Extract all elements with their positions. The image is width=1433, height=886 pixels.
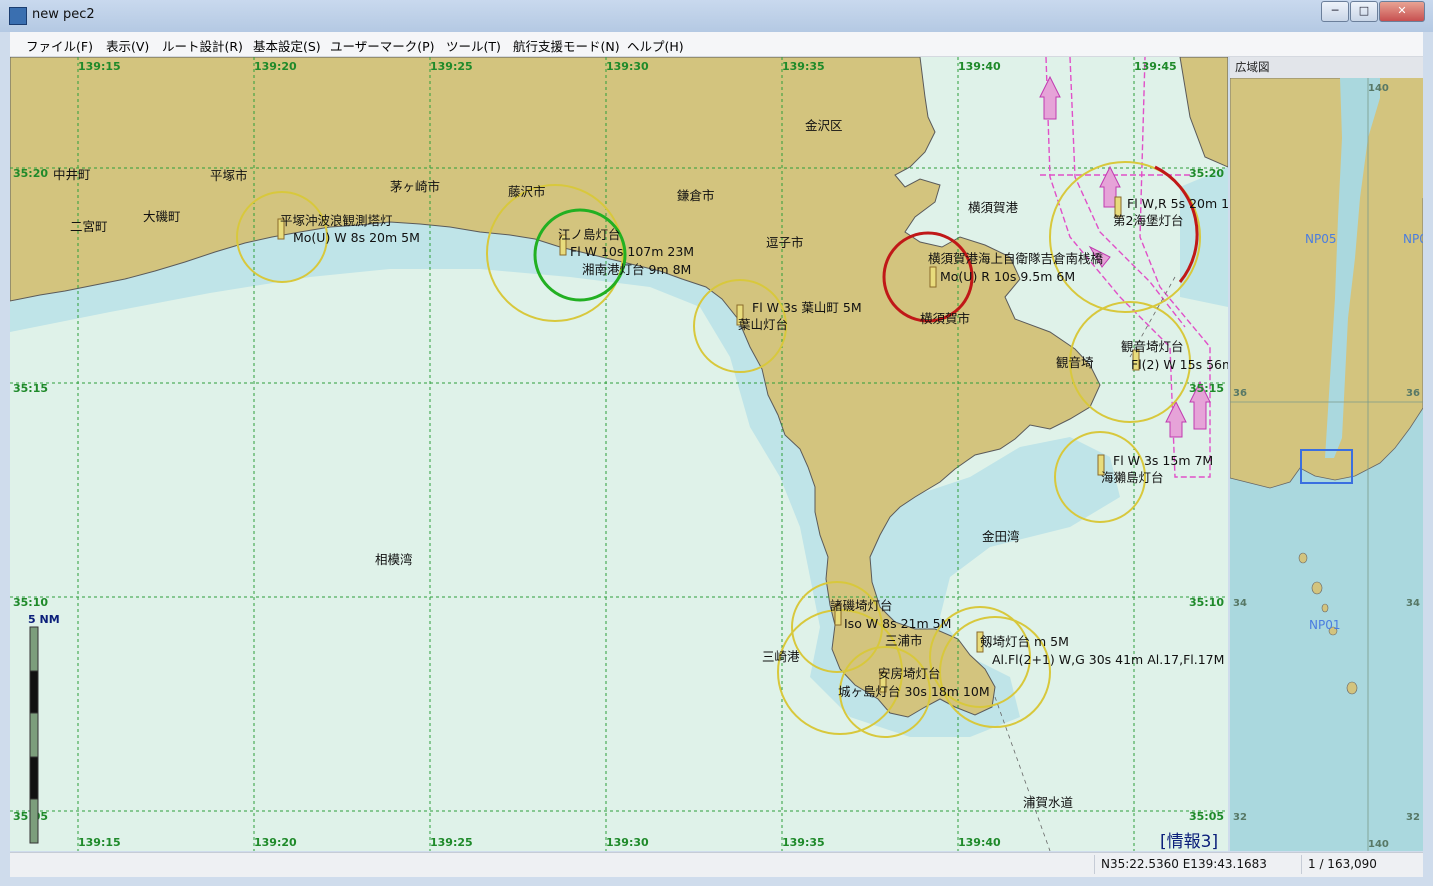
- place-name: 相模湾: [375, 552, 413, 567]
- light-name: 横須賀港海上自衛隊吉倉南桟橋: [928, 251, 1104, 266]
- light-name: 観音埼灯台: [1121, 339, 1184, 354]
- place-name: 金沢区: [805, 118, 843, 133]
- light-name: 剱埼灯台 m 5M: [980, 634, 1069, 649]
- light-name: 諸磯埼灯台: [830, 598, 893, 613]
- light-characteristic: Fl W 3s 葉山町 5M: [752, 300, 862, 315]
- lat-label: 35:15: [13, 382, 48, 395]
- place-name: 三浦市: [885, 633, 923, 648]
- lat-label: 35:15: [1189, 382, 1224, 395]
- light-characteristic: Fl(2) W 15s 56m: [1131, 357, 1228, 372]
- info-label[interactable]: [情報3]: [1160, 832, 1218, 851]
- minimize-button[interactable]: ─: [1321, 1, 1349, 22]
- ov-lat-label: 32: [1406, 812, 1420, 823]
- place-name: 三崎港: [762, 649, 800, 664]
- place-name: 横須賀港: [968, 200, 1019, 215]
- shallow-water-bay: [1180, 167, 1228, 307]
- light-name: 第2海堡灯台: [1113, 213, 1183, 228]
- lon-label: 139:15: [78, 60, 121, 73]
- place-name: 鎌倉市: [677, 188, 715, 203]
- menu-bar: ファイル(F) 表示(V) ルート設計(R) 基本設定(S) ユーザーマーク(P…: [10, 32, 1423, 57]
- place-name: 中井町: [53, 167, 91, 182]
- place-name: 大磯町: [143, 209, 181, 224]
- light-name: 海獺島灯台: [1101, 470, 1164, 485]
- lon-label: 139:30: [606, 60, 649, 73]
- window-controls: ─ □ ✕: [1320, 1, 1425, 22]
- ov-lat-label: 36: [1233, 388, 1247, 399]
- ov-lon-label: 140: [1368, 83, 1389, 94]
- lon-label: 139:30: [606, 836, 649, 849]
- light-characteristic: Fl W,R 5s 20m 13: [1127, 196, 1228, 211]
- menu-help[interactable]: ヘルプ(H): [627, 36, 684, 55]
- ov-area-label: NP0: [1403, 232, 1423, 246]
- light-characteristic: 湘南港灯台 9m 8M: [582, 262, 691, 277]
- ov-lat-label: 34: [1406, 598, 1420, 609]
- lat-label: 35:20: [13, 167, 48, 180]
- lon-label: 139:35: [782, 836, 825, 849]
- chart-canvas: 139:15 139:20 139:25 139:30 139:35 139:4…: [10, 57, 1228, 851]
- overview-title: 広域図: [1230, 57, 1423, 79]
- ov-lat-label: 32: [1233, 812, 1247, 823]
- light-characteristic: Al.Fl(2+1) W,G 30s 41m Al.17,Fl.17M: [992, 652, 1224, 667]
- light-characteristic: 城ヶ島灯台 30s 18m 10M: [838, 684, 990, 699]
- scale-label: 5 NM: [28, 613, 60, 626]
- place-name: 二宮町: [70, 219, 108, 234]
- overview-panel[interactable]: 広域図 140 140 36 36 34 34 32 32 NP05 NP0 N…: [1230, 57, 1423, 851]
- lon-label: 139:40: [958, 60, 1001, 73]
- app-icon: [9, 7, 27, 25]
- scale-bar: [29, 626, 39, 844]
- maximize-button[interactable]: □: [1350, 1, 1378, 22]
- place-name: 茅ヶ崎市: [390, 179, 440, 194]
- nautical-chart[interactable]: 139:15 139:20 139:25 139:30 139:35 139:4…: [10, 57, 1228, 851]
- place-name: 観音埼: [1056, 355, 1094, 370]
- light-name: 葉山灯台: [738, 317, 788, 332]
- place-name: 浦賀水道: [1023, 795, 1074, 810]
- place-name: 横須賀市: [920, 311, 970, 326]
- lat-label: 35:20: [1189, 167, 1224, 180]
- light-name: 平塚沖波浪観測塔灯: [280, 213, 393, 228]
- menu-basic-settings[interactable]: 基本設定(S): [253, 36, 321, 55]
- menu-file[interactable]: ファイル(F): [26, 36, 93, 55]
- longitude-labels-bottom: 139:15 139:20 139:25 139:30 139:35 139:4…: [78, 836, 1001, 849]
- ov-area-label: NP05: [1305, 232, 1336, 246]
- light-characteristic: Iso W 8s 21m 5M: [844, 616, 951, 631]
- lon-label: 139:20: [254, 836, 297, 849]
- light-characteristic: Fl W 3s 15m 7M: [1113, 453, 1213, 468]
- place-name: 平塚市: [210, 168, 248, 183]
- place-name: 逗子市: [766, 235, 804, 250]
- menu-route-design[interactable]: ルート設計(R): [162, 36, 243, 55]
- place-name: 藤沢市: [508, 184, 546, 199]
- chart-scale: 1 / 163,090: [1301, 855, 1418, 874]
- place-name: 金田湾: [982, 529, 1020, 544]
- menu-view[interactable]: 表示(V): [106, 36, 149, 55]
- land-east: [1179, 57, 1228, 168]
- light-name: 江ノ島灯台: [558, 227, 621, 242]
- light-characteristic: Mo(U) R 10s 9.5m 6M: [940, 269, 1075, 284]
- status-bar: N35:22.5360 E139:43.1683 1 / 163,090: [10, 852, 1423, 877]
- menu-navigation-mode[interactable]: 航行支援モード(N): [513, 36, 620, 55]
- cursor-coordinates: N35:22.5360 E139:43.1683: [1094, 855, 1301, 874]
- ov-lat-label: 36: [1406, 388, 1420, 399]
- lon-label: 139:35: [782, 60, 825, 73]
- title-bar: new pec2 ─ □ ✕: [0, 0, 1433, 32]
- ov-lon-label: 140: [1368, 839, 1389, 850]
- lon-label: 139:45: [1134, 60, 1177, 73]
- lon-label: 139:25: [430, 836, 473, 849]
- light-characteristic: Fl W 10s 107m 23M: [570, 244, 694, 259]
- ov-area-label: NP01: [1309, 618, 1340, 632]
- menu-user-mark[interactable]: ユーザーマーク(P): [330, 36, 435, 55]
- light-characteristic: Mo(U) W 8s 20m 5M: [293, 230, 420, 245]
- lat-label: 35:05: [1189, 810, 1224, 823]
- lon-label: 139:40: [958, 836, 1001, 849]
- overview-map: 140 140 36 36 34 34 32 32 NP05 NP0 NP01: [1230, 78, 1423, 851]
- lat-label: 35:10: [13, 596, 48, 609]
- lon-label: 139:15: [78, 836, 121, 849]
- ov-lat-label: 34: [1233, 598, 1247, 609]
- lon-label: 139:25: [430, 60, 473, 73]
- lat-label: 35:10: [1189, 596, 1224, 609]
- close-button[interactable]: ✕: [1379, 1, 1425, 22]
- light-name: 安房埼灯台: [878, 666, 941, 681]
- lon-label: 139:20: [254, 60, 297, 73]
- menu-tools[interactable]: ツール(T): [446, 36, 501, 55]
- window-title: new pec2: [32, 7, 95, 22]
